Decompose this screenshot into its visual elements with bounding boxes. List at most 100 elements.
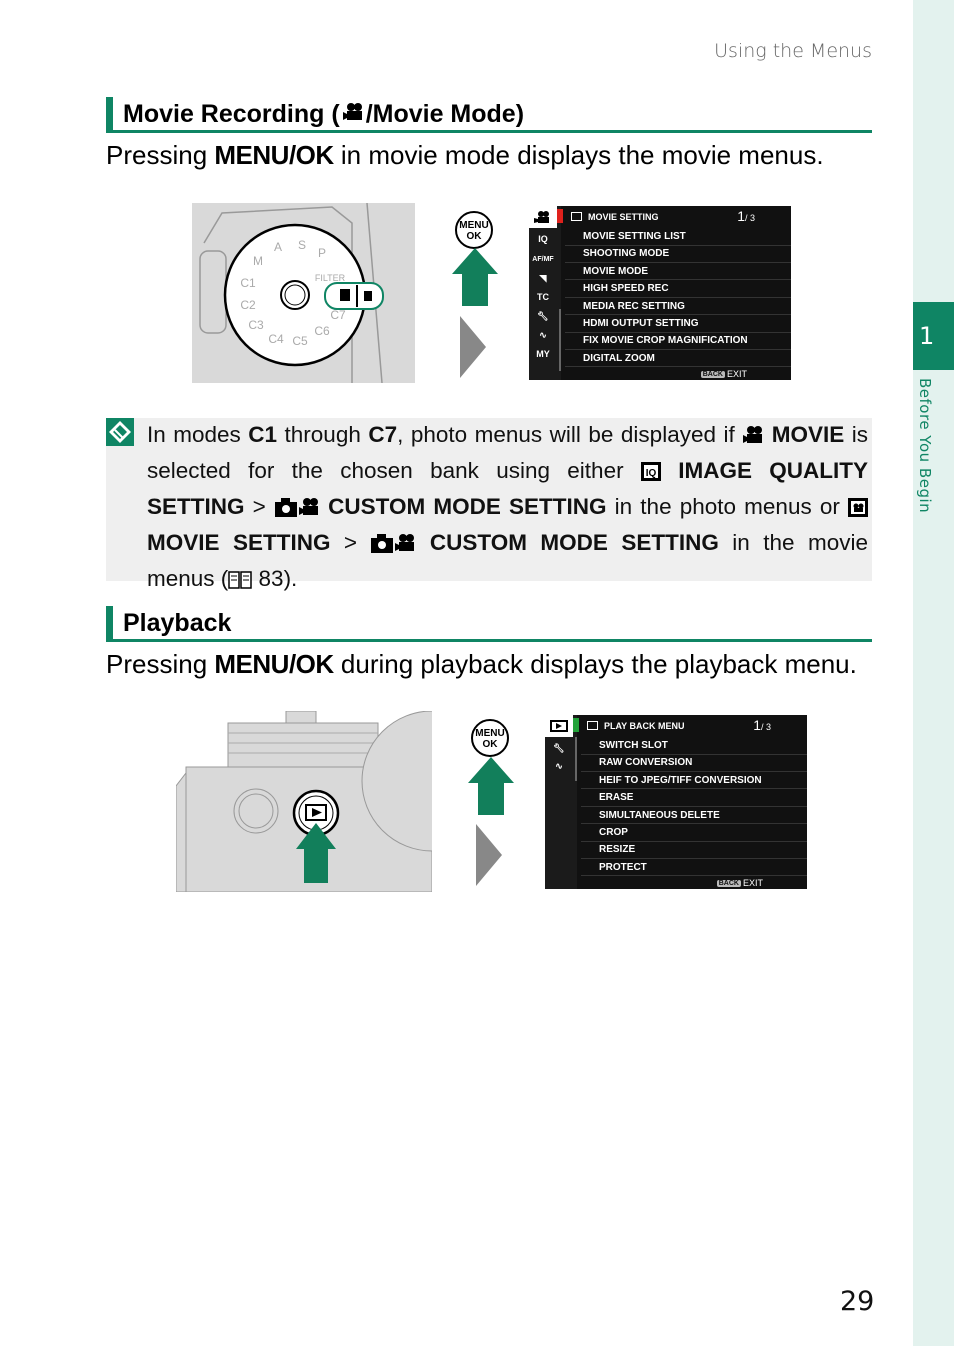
menu-item[interactable]: MEDIA REC SETTING [565,298,791,316]
svg-text:FILTER: FILTER [315,273,346,283]
photo-camera-icon [370,529,394,562]
menu-ok-button[interactable]: MENU OK [471,719,509,757]
next-arrow-icon [460,316,486,378]
menu-item[interactable]: PROTECT [581,859,807,877]
note-span: through [277,422,369,447]
menu-item[interactable]: DIGITAL ZOOM [565,350,791,368]
microphone-icon: ◥ [539,272,547,283]
playback-menu-screen: 🔧︎ ∿ PLAY BACK MENU 1/ 3 SWITCH SLOT RAW … [545,715,807,889]
menu-item[interactable]: MOVIE SETTING LIST [565,228,791,246]
playback-icon [587,721,598,730]
svg-text:C3: C3 [248,318,264,332]
wrench-icon: 🔧︎ [553,742,565,753]
ok-label: OK [482,739,498,750]
mode-c7: C7 [368,422,398,447]
menu-item[interactable]: ERASE [581,789,807,807]
page-total: / 3 [760,722,771,732]
running-head: Using the Menus [714,40,872,62]
menu-footer: BACK EXIT [716,878,763,888]
menu-item[interactable]: SWITCH SLOT [581,737,807,755]
tab-label: TC [537,292,549,302]
movie-setting-icon [848,493,868,526]
heading-text-before: Movie Recording ( [123,99,340,128]
page-reference[interactable]: 83 [252,566,284,591]
page-number: 29 [840,1286,875,1317]
playback-intro-text: Pressing MENU/OK during playback display… [106,649,857,680]
menu-item[interactable]: FIX MOVIE CROP MAGNIFICATION [565,332,791,350]
note-box: In modes C1 through C7, photo menus will… [106,418,872,591]
note-span: > [330,530,371,555]
intro-text: in movie mode displays the movie menus. [333,140,824,170]
playback-button-illustration [175,710,503,893]
menu-item[interactable]: CROP [581,824,807,842]
svg-text:A: A [274,240,282,254]
back-badge[interactable]: BACK [716,879,741,887]
movie-camera-icon [298,493,320,526]
note-span: in the photo menus or [606,494,848,519]
menu-tab-user[interactable]: ∿ [529,326,557,344]
menu-tab-timecode[interactable]: TC [529,288,557,306]
chapter-number-tab[interactable]: 1 [913,302,954,370]
menu-item[interactable]: MOVIE MODE [565,263,791,281]
movie-setting-icon [571,212,582,221]
menu-tab-audio[interactable]: ◥ [529,269,557,287]
chapter-label: Before You Begin [916,378,934,514]
chapter-sidebar [913,0,954,1346]
menu-item[interactable]: HEIF TO JPEG/TIFF CONVERSION [581,772,807,790]
wave-icon: ∿ [555,760,563,771]
note-text: In modes C1 through C7, photo menus will… [147,418,868,598]
active-tab-marker [557,209,563,223]
menu-item[interactable]: HDMI OUTPUT SETTING [565,315,791,333]
menu-ok-button[interactable]: MENU OK [455,211,493,249]
menu-ok-key: MENU/OK [214,140,334,170]
menu-item[interactable]: RAW CONVERSION [581,754,807,772]
back-badge[interactable]: BACK [700,370,725,378]
section-heading-movie-recording: Movie Recording ( /Movie Mode) [106,97,872,133]
menu-item[interactable]: HIGH SPEED REC [565,280,791,298]
book-page-reference-icon[interactable] [228,565,253,598]
menu-label: MENU [459,220,489,231]
note-pencil-icon [106,418,134,446]
next-arrow-icon [476,824,502,886]
menu-item[interactable]: RESIZE [581,841,807,859]
tab-label: MY [536,349,550,359]
menu-tab-movie[interactable] [529,206,557,228]
svg-text:C1: C1 [240,276,256,290]
mode-dial-drawing: PS AM C1 C2 C3 C4 C5 C6C7 FILTER [192,203,415,383]
page-current: 1 [737,208,745,224]
movie-camera-icon [394,529,416,562]
tab-label: IQ [538,234,548,244]
menu-tab-my-menu[interactable]: MY [529,345,557,363]
custom-mode-setting-term: CUSTOM MODE SETTING [328,494,607,519]
menu-label: MENU [475,728,505,739]
menu-page-indicator: 1/ 3 [753,717,771,733]
svg-text:M: M [253,254,263,268]
wave-icon: ∿ [539,329,547,340]
mode-dial-illustration: PS AM C1 C2 C3 C4 C5 C6 C7 FILTER [192,203,415,383]
menu-tab-user[interactable]: ∿ [545,757,573,775]
menu-tab-iq[interactable]: IQ [529,230,557,248]
tab-scrollbar[interactable] [559,309,561,371]
menu-tab-setup[interactable]: 🔧︎ [545,739,573,757]
menu-tab-playback[interactable] [545,715,573,737]
photo-camera-icon [274,493,298,526]
menu-header-label: PLAY BACK MENU [604,720,685,731]
movie-setting-term: MOVIE SETTING [147,530,331,555]
custom-mode-setting-term: CUSTOM MODE SETTING [429,530,719,555]
tab-scrollbar[interactable] [575,737,577,781]
ok-label: OK [466,231,482,242]
exit-label: EXIT [726,369,747,379]
menu-tab-af-mf[interactable]: AF/MF [529,250,557,268]
menu-tab-setup[interactable]: 🔧︎ [529,307,557,325]
menu-item[interactable]: SIMULTANEOUS DELETE [581,807,807,825]
page-total: / 3 [744,213,755,223]
svg-text:C6: C6 [314,324,330,338]
wrench-icon: 🔧︎ [537,310,549,321]
menu-item[interactable]: SHOOTING MODE [565,245,791,263]
menu-header-label: MOVIE SETTING [588,211,659,222]
heading-text: Playback [123,608,232,637]
movie-intro-text: Pressing MENU/OK in movie mode displays … [106,140,824,171]
menu-header: MOVIE SETTING [565,206,791,227]
press-arrow-icon [452,248,498,306]
page-current: 1 [753,717,761,733]
